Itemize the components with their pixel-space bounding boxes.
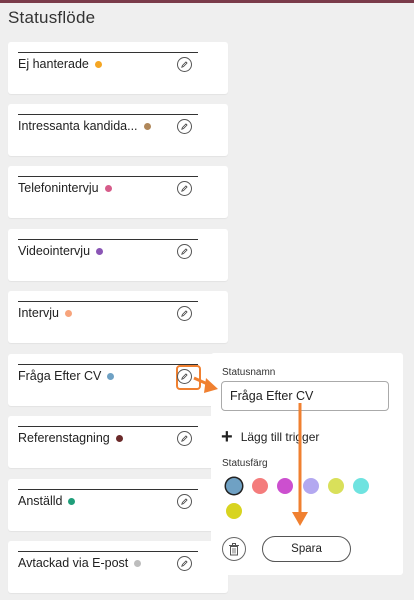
page-title: Statusflöde <box>8 8 96 27</box>
status-label: Videointervju <box>18 244 104 258</box>
edit-icon[interactable] <box>177 369 192 384</box>
save-button[interactable]: Spara <box>262 536 351 562</box>
status-card[interactable]: Referenstagning <box>8 416 228 468</box>
status-card[interactable]: Telefonintervju <box>8 166 228 218</box>
edit-icon[interactable] <box>177 556 192 571</box>
status-label: Telefonintervju <box>18 181 112 195</box>
status-color-dot <box>104 184 112 192</box>
divider <box>18 239 198 240</box>
status-name: Fråga Efter CV <box>18 369 102 383</box>
status-color-dot <box>115 434 123 442</box>
color-swatch[interactable] <box>226 478 242 494</box>
status-color-dot <box>107 372 115 380</box>
edit-icon[interactable] <box>177 494 192 509</box>
status-card[interactable]: Intervju <box>8 291 228 343</box>
add-trigger-label: Lägg till trigger <box>240 430 320 444</box>
status-label: Anställd <box>18 494 76 508</box>
divider <box>18 301 198 302</box>
status-label: Referenstagning <box>18 431 123 445</box>
status-name: Ej hanterade <box>18 57 89 71</box>
color-swatch[interactable] <box>226 503 242 519</box>
status-name: Avtackad via E-post <box>18 556 129 570</box>
status-label: Intressanta kandida... <box>18 119 151 133</box>
divider <box>18 364 198 365</box>
status-color-dot <box>65 309 72 317</box>
status-color-dot <box>134 559 142 567</box>
status-card[interactable]: Ej hanterade <box>8 42 228 94</box>
status-name-label: Statusnamn <box>222 367 276 378</box>
status-name: Intervju <box>18 306 59 320</box>
status-color-label: Statusfärg <box>222 458 268 469</box>
status-label: Avtackad via E-post <box>18 556 142 570</box>
status-name: Anställd <box>18 494 63 508</box>
status-name: Intressanta kandida... <box>18 119 138 133</box>
color-swatch[interactable] <box>277 478 293 494</box>
status-name: Telefonintervju <box>18 181 99 195</box>
status-name: Referenstagning <box>18 431 110 445</box>
color-swatch[interactable] <box>252 478 268 494</box>
top-border <box>0 0 414 3</box>
edit-icon[interactable] <box>177 57 192 72</box>
edit-icon[interactable] <box>177 306 192 321</box>
status-card[interactable]: Anställd <box>8 479 228 531</box>
edit-status-panel: Statusnamn Fråga Efter CV + Lägg till tr… <box>211 353 403 575</box>
trash-icon <box>229 542 239 555</box>
divider <box>18 426 198 427</box>
color-swatch[interactable] <box>303 478 319 494</box>
divider <box>18 176 198 177</box>
status-card-active[interactable]: Fråga Efter CV <box>8 354 228 406</box>
edit-icon[interactable] <box>177 431 192 446</box>
status-name: Videointervju <box>18 244 91 258</box>
status-label: Ej hanterade <box>18 57 102 71</box>
edit-icon[interactable] <box>177 119 192 134</box>
status-label: Intervju <box>18 306 72 320</box>
status-color-dot <box>94 60 102 68</box>
plus-icon: + <box>221 426 233 448</box>
status-name-input[interactable]: Fråga Efter CV <box>221 381 389 411</box>
color-swatch[interactable] <box>353 478 369 494</box>
edit-icon[interactable] <box>177 181 192 196</box>
color-swatch[interactable] <box>328 478 344 494</box>
divider <box>18 52 198 53</box>
status-label: Fråga Efter CV <box>18 369 115 383</box>
status-card[interactable]: Avtackad via E-post <box>8 541 228 593</box>
status-color-dot <box>68 497 76 505</box>
status-card[interactable]: Videointervju <box>8 229 228 281</box>
status-card[interactable]: Intressanta kandida... <box>8 104 228 156</box>
add-trigger-button[interactable]: + Lägg till trigger <box>221 426 320 448</box>
divider <box>18 489 198 490</box>
divider <box>18 114 198 115</box>
divider <box>18 551 198 552</box>
status-color-dot <box>96 247 104 255</box>
edit-icon[interactable] <box>177 244 192 259</box>
status-color-dot <box>143 122 151 130</box>
delete-button[interactable] <box>222 537 246 561</box>
